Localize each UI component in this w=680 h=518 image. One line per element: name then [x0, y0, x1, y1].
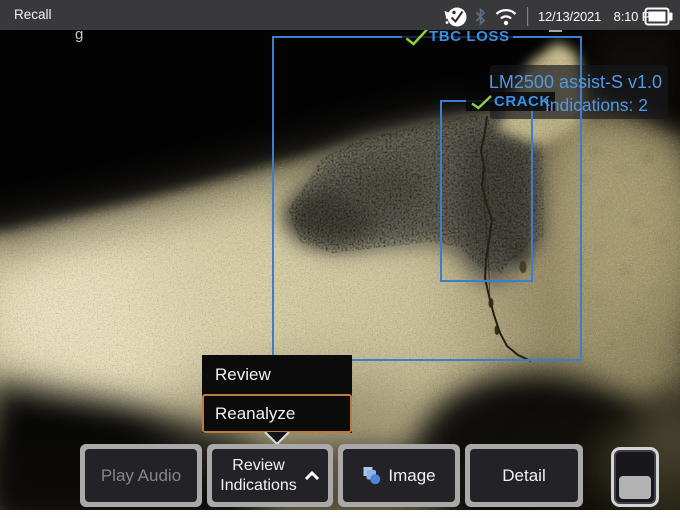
svg-text:12/13/2021 8:10 PM: 12/13/2021 8:10 PM	[538, 9, 661, 24]
